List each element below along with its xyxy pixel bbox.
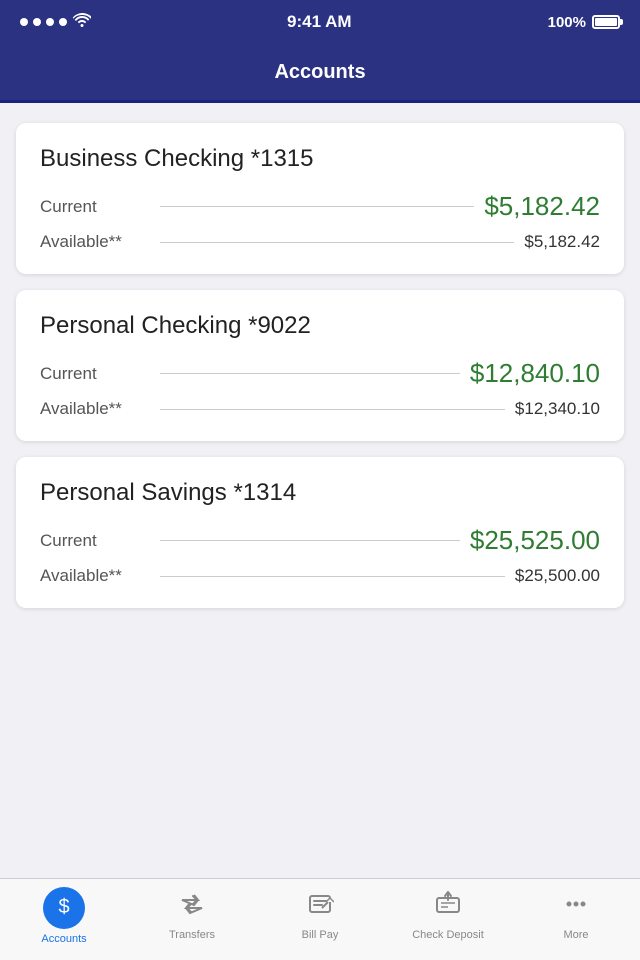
status-left [20,13,91,32]
dot-1 [20,18,28,26]
account-current-row-2: Current $12,840.10 [40,358,600,389]
tab-transfers[interactable]: Transfers [128,879,256,960]
tab-bar: $ Accounts Transfers [0,878,640,960]
tab-more[interactable]: More [512,879,640,960]
current-label-1: Current [40,197,150,217]
available-amount-3: $25,500.00 [515,566,600,586]
tab-billpay[interactable]: Bill Pay [256,879,384,960]
tab-accounts-label: Accounts [41,933,86,945]
account-card-personal-checking[interactable]: Personal Checking *9022 Current $12,840.… [16,290,624,441]
nav-bar: Accounts [0,44,640,100]
status-time: 9:41 AM [287,12,352,32]
account-name-2: Personal Checking *9022 [40,312,600,340]
checkdeposit-icon [434,890,462,925]
page-title: Accounts [274,61,365,84]
more-icon [562,890,590,925]
dot-4 [59,18,67,26]
accounts-list: Business Checking *1315 Current $5,182.4… [0,103,640,878]
available-label-3: Available** [40,566,150,586]
dot-3 [46,18,54,26]
status-bar: 9:41 AM 100% [0,0,640,44]
account-current-row-1: Current $5,182.42 [40,191,600,222]
current-label-2: Current [40,364,150,384]
available-amount-1: $5,182.42 [524,232,600,252]
tab-checkdeposit-label: Check Deposit [412,929,484,941]
account-available-row-3: Available** $25,500.00 [40,566,600,586]
account-available-row-1: Available** $5,182.42 [40,232,600,252]
row-line [160,373,460,374]
battery-icon [592,15,620,29]
dot-2 [33,18,41,26]
available-amount-2: $12,340.10 [515,399,600,419]
row-line [160,576,505,577]
wifi-icon [73,13,91,32]
available-label-1: Available** [40,232,150,252]
account-name-3: Personal Savings *1314 [40,479,600,507]
row-line [160,242,514,243]
current-amount-1: $5,182.42 [484,191,600,222]
account-current-row-3: Current $25,525.00 [40,525,600,556]
battery-text: 100% [548,14,586,31]
tab-transfers-label: Transfers [169,929,215,941]
status-right: 100% [548,14,620,31]
transfers-icon [178,890,206,925]
accounts-icon: $ [43,887,85,929]
tab-billpay-label: Bill Pay [302,929,339,941]
row-line [160,409,505,410]
account-name-1: Business Checking *1315 [40,145,600,173]
account-card-business-checking[interactable]: Business Checking *1315 Current $5,182.4… [16,123,624,274]
billpay-icon [306,890,334,925]
tab-more-label: More [563,929,588,941]
account-available-row-2: Available** $12,340.10 [40,399,600,419]
row-line [160,540,460,541]
signal-dots [20,18,67,26]
current-amount-3: $25,525.00 [470,525,600,556]
current-label-3: Current [40,531,150,551]
row-line [160,206,474,207]
current-amount-2: $12,840.10 [470,358,600,389]
account-card-personal-savings[interactable]: Personal Savings *1314 Current $25,525.0… [16,457,624,608]
battery-fill [595,18,617,26]
tab-checkdeposit[interactable]: Check Deposit [384,879,512,960]
available-label-2: Available** [40,399,150,419]
tab-accounts[interactable]: $ Accounts [0,879,128,960]
